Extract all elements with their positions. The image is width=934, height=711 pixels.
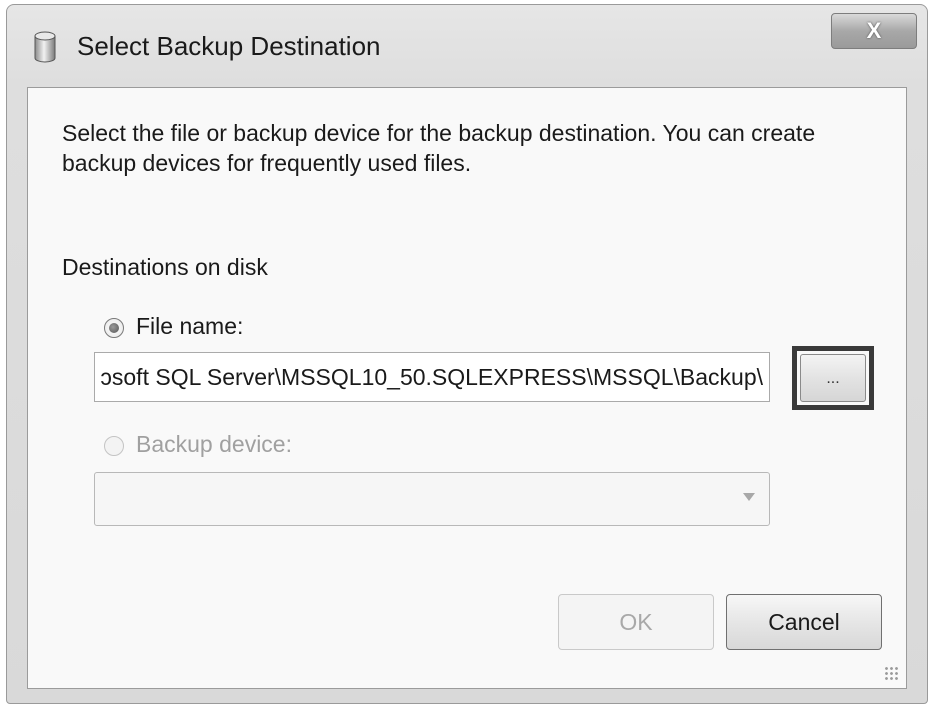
ok-button[interactable]: OK bbox=[558, 594, 714, 650]
resize-grip-icon[interactable] bbox=[884, 666, 898, 680]
browse-button-highlight: ... bbox=[792, 346, 874, 410]
dialog-content: Select the file or backup device for the… bbox=[27, 87, 907, 689]
select-backup-destination-dialog: Select Backup Destination X Select the f… bbox=[6, 4, 928, 704]
close-icon: X bbox=[866, 18, 882, 43]
close-button[interactable]: X bbox=[831, 13, 917, 49]
file-name-radio[interactable] bbox=[104, 318, 124, 338]
title-bar[interactable]: Select Backup Destination X bbox=[7, 5, 927, 89]
cancel-button[interactable]: Cancel bbox=[726, 594, 882, 650]
backup-device-label[interactable]: Backup device: bbox=[136, 431, 292, 458]
chevron-down-icon bbox=[743, 493, 755, 501]
dialog-title: Select Backup Destination bbox=[77, 31, 381, 61]
browse-button[interactable]: ... bbox=[800, 354, 866, 402]
database-icon bbox=[34, 31, 56, 63]
backup-device-radio[interactable] bbox=[104, 436, 124, 456]
destinations-on-disk-label: Destinations on disk bbox=[62, 254, 268, 280]
file-name-value: ɔsoft SQL Server\MSSQL10_50.SQLEXPRESS\M… bbox=[100, 364, 763, 390]
dialog-description: Select the file or backup device for the… bbox=[62, 120, 816, 176]
file-name-label[interactable]: File name: bbox=[136, 313, 243, 340]
backup-device-dropdown[interactable] bbox=[94, 472, 770, 526]
file-name-input[interactable]: ɔsoft SQL Server\MSSQL10_50.SQLEXPRESS\M… bbox=[94, 352, 770, 402]
